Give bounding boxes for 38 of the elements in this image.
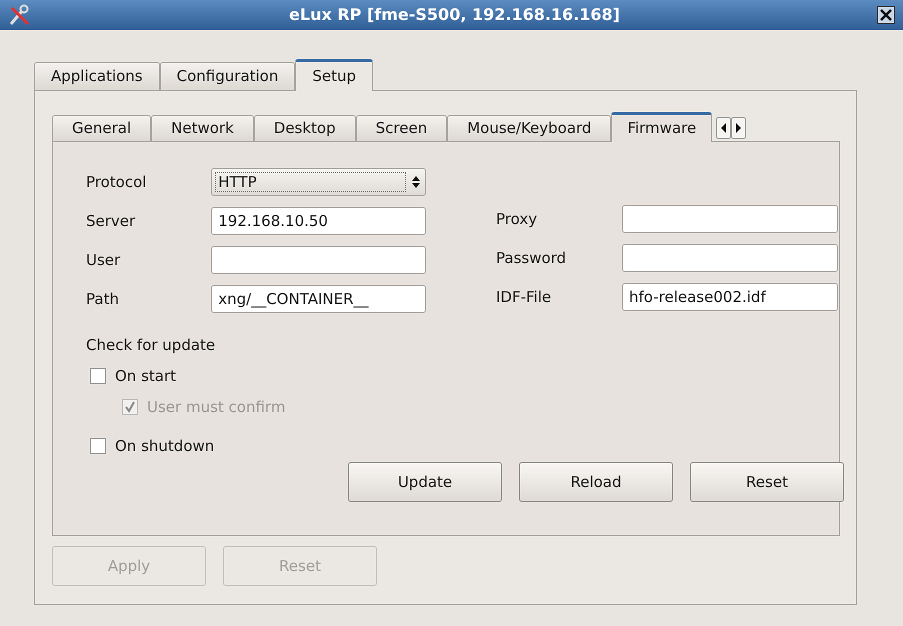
checkbox[interactable]	[90, 438, 106, 454]
field-label: Path	[86, 288, 120, 310]
tab[interactable]: Firmware	[611, 112, 712, 142]
spinner-arrows-icon	[410, 175, 422, 189]
input-field[interactable]: xng/__CONTAINER__	[211, 285, 426, 313]
scroll-left-icon[interactable]	[716, 117, 732, 139]
field-label: IDF-File	[496, 286, 552, 308]
field-label: Server	[86, 210, 136, 232]
input-field[interactable]: 192.168.10.50	[211, 207, 426, 235]
window-title: eLux RP [fme-S500, 192.168.16.168]	[288, 4, 621, 26]
field-label: Proxy	[496, 208, 538, 230]
input-field[interactable]: hfo-release002.idf	[622, 283, 838, 311]
input-field[interactable]	[211, 246, 426, 274]
tab[interactable]: Setup	[295, 59, 374, 91]
tab[interactable]: General	[52, 115, 152, 141]
protocol-dropdown[interactable]: HTTP	[211, 168, 426, 196]
button[interactable]: Update	[348, 462, 502, 502]
input-field[interactable]	[622, 205, 838, 233]
checkbox-label: On shutdown	[115, 436, 214, 457]
section-heading: Check for update	[86, 335, 216, 356]
tab[interactable]: Mouse/Keyboard	[447, 115, 612, 141]
checkbox[interactable]	[90, 368, 106, 384]
tab[interactable]: Applications	[34, 62, 160, 90]
tab[interactable]: Desktop	[254, 115, 356, 141]
checkbox-label: User must confirm	[147, 396, 286, 418]
tools-icon	[8, 3, 32, 27]
input-field[interactable]	[622, 244, 838, 272]
checkbox-label: On start	[115, 366, 176, 387]
button[interactable]: Reset	[690, 462, 844, 502]
field-label: User	[86, 250, 122, 271]
field-label: Password	[496, 248, 568, 269]
scroll-right-icon[interactable]	[731, 117, 746, 139]
tab[interactable]: Network	[151, 115, 254, 141]
tab[interactable]: Screen	[356, 115, 448, 141]
close-icon[interactable]	[877, 6, 895, 24]
field-label: Protocol	[86, 172, 148, 193]
tab[interactable]: Configuration	[160, 62, 296, 90]
button[interactable]: Reload	[519, 462, 673, 502]
